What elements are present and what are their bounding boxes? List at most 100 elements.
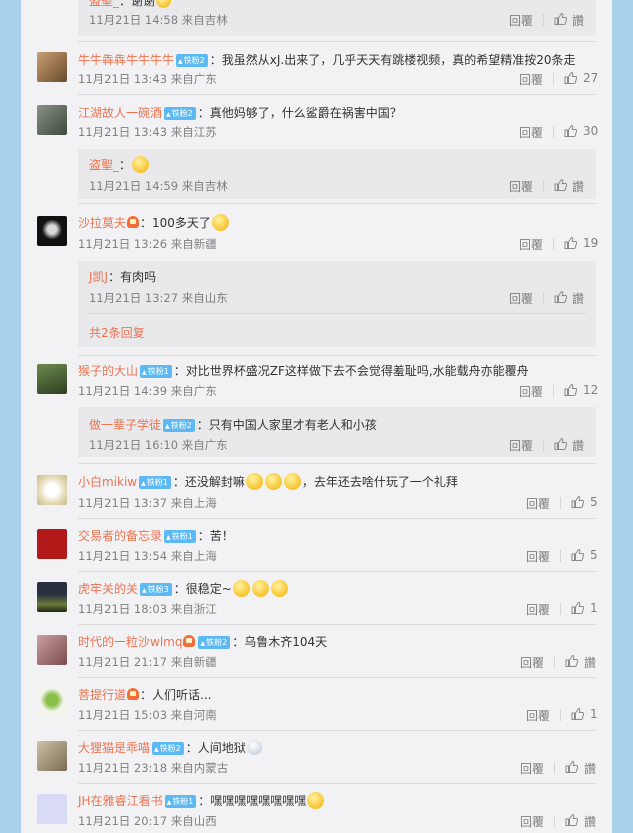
- comment-text: 菩提行道 ：人们听话...: [78, 686, 211, 703]
- vip-crown-icon: [127, 688, 140, 700]
- timestamp: 11月21日 13:43 来自江苏: [78, 125, 217, 139]
- reply-button[interactable]: 回覆: [526, 548, 550, 565]
- username-link[interactable]: 江湖故人一碗酒: [78, 106, 162, 120]
- comment-text: 江湖故人一碗酒铁粉2：真他妈够了，什么鲨爵在祸害中国？: [78, 104, 402, 121]
- like-count[interactable]: 1: [590, 707, 598, 721]
- like-count[interactable]: 讚: [584, 760, 596, 777]
- thumbs-up-icon[interactable]: [571, 708, 584, 720]
- avatar[interactable]: [37, 475, 67, 505]
- username-link[interactable]: 盗聖_: [89, 0, 119, 8]
- timestamp: 11月21日 13:26 来自新疆: [78, 237, 217, 251]
- comment-body: ：乌鲁木齐104天: [232, 635, 328, 649]
- like-count[interactable]: 讚: [584, 813, 596, 830]
- more-replies-link[interactable]: 共2条回复: [89, 324, 145, 341]
- reply-button[interactable]: 回覆: [509, 290, 533, 307]
- avatar[interactable]: [37, 52, 67, 82]
- like-count[interactable]: 讚: [572, 178, 584, 195]
- thumbs-up-icon[interactable]: [565, 761, 578, 773]
- reply-button[interactable]: 回覆: [519, 236, 543, 253]
- divider: [78, 624, 596, 625]
- like-count[interactable]: 5: [590, 548, 598, 562]
- username-link[interactable]: 沙拉莫夫: [78, 216, 126, 230]
- like-count[interactable]: 1: [590, 601, 598, 615]
- username-link[interactable]: 时代的一粒沙wlmq: [78, 635, 182, 649]
- username-link[interactable]: 盗聖_: [89, 158, 119, 172]
- avatar[interactable]: [37, 794, 67, 824]
- divider: [553, 385, 554, 397]
- thumbs-up-icon[interactable]: [554, 291, 567, 303]
- username-link[interactable]: 猴子的大山: [78, 364, 138, 378]
- reply-button[interactable]: 回覆: [526, 495, 550, 512]
- divider: [78, 355, 596, 356]
- username-link[interactable]: 牛牛犇犇牛牛牛牛: [78, 53, 174, 67]
- username-link[interactable]: 做一辈子学徒: [89, 418, 161, 432]
- emoji-icon: [246, 740, 262, 755]
- comment-text: 小白mikiw铁粉1：还没解封嘛 ，去年还去啥什玩了一个礼拜: [78, 473, 458, 490]
- like-count[interactable]: 讚: [572, 437, 584, 454]
- like-count[interactable]: 讚: [572, 290, 584, 307]
- avatar[interactable]: [37, 364, 67, 394]
- comment-panel: 盗聖_：谢谢 11月21日 14:58 来自吉林 回覆 讚 牛牛犇犇牛牛牛牛铁粉…: [21, 0, 612, 833]
- emoji-icon: [132, 156, 150, 173]
- thumbs-up-icon[interactable]: [554, 438, 567, 450]
- thumbs-up-icon[interactable]: [571, 496, 584, 508]
- reply-button[interactable]: 回覆: [520, 654, 544, 671]
- thumbs-up-icon[interactable]: [565, 655, 578, 667]
- reply-button[interactable]: 回覆: [519, 124, 543, 141]
- reply-button[interactable]: 回覆: [519, 71, 543, 88]
- reply-button[interactable]: 回覆: [520, 760, 544, 777]
- timestamp: 11月21日 13:43 来自广东: [78, 72, 217, 86]
- fan-badge: 铁粉2: [198, 636, 231, 649]
- comment-body: ：对比世界杯盛况ZF这样做下去不会觉得羞耻吗,水能载舟亦能覆舟: [173, 364, 529, 378]
- reply-button[interactable]: 回覆: [526, 601, 550, 618]
- thumbs-up-icon[interactable]: [564, 72, 577, 84]
- avatar[interactable]: [37, 688, 67, 718]
- like-count[interactable]: 19: [583, 236, 598, 250]
- comment-body: ：100多天了: [140, 216, 211, 230]
- timestamp: 11月21日 13:37 来自上海: [78, 496, 217, 510]
- thumbs-up-icon[interactable]: [564, 125, 577, 137]
- divider: [543, 439, 544, 451]
- reply-button[interactable]: 回覆: [520, 813, 544, 830]
- username-link[interactable]: 虎牢关的关: [78, 582, 138, 596]
- username-link[interactable]: J凯J: [89, 270, 108, 284]
- avatar[interactable]: [37, 741, 67, 771]
- thumbs-up-icon[interactable]: [564, 237, 577, 249]
- reply-text: ：: [119, 158, 132, 172]
- thumbs-up-icon[interactable]: [554, 179, 567, 191]
- thumbs-up-icon[interactable]: [554, 13, 567, 25]
- timestamp: 11月21日 15:03 来自河南: [78, 708, 217, 722]
- comment-body: ：还没解封嘛: [172, 475, 245, 489]
- avatar[interactable]: [37, 216, 67, 246]
- username-link[interactable]: 菩提行道: [78, 688, 126, 702]
- like-count[interactable]: 5: [590, 495, 598, 509]
- emoji-icon: [307, 792, 325, 809]
- reply-button[interactable]: 回覆: [509, 437, 533, 454]
- fan-badge: 铁粉2: [152, 742, 184, 755]
- like-count[interactable]: 讚: [584, 654, 596, 671]
- avatar[interactable]: [37, 105, 67, 135]
- like-count[interactable]: 30: [583, 124, 598, 138]
- reply-button[interactable]: 回覆: [526, 707, 550, 724]
- avatar[interactable]: [37, 529, 67, 559]
- thumbs-up-icon[interactable]: [564, 384, 577, 396]
- like-count[interactable]: 讚: [572, 12, 584, 29]
- sub-reply-text: 做一辈子学徒铁粉2：只有中国人家里才有老人和小孩: [89, 416, 377, 433]
- like-count[interactable]: 27: [583, 71, 598, 85]
- emoji-icon: [211, 214, 229, 231]
- reply-button[interactable]: 回覆: [509, 12, 533, 29]
- username-link[interactable]: 交易者的备忘录: [78, 529, 162, 543]
- avatar[interactable]: [37, 582, 67, 612]
- thumbs-up-icon[interactable]: [571, 602, 584, 614]
- username-link[interactable]: 小白mikiw: [78, 475, 137, 489]
- thumbs-up-icon[interactable]: [571, 549, 584, 561]
- like-count[interactable]: 12: [583, 383, 598, 397]
- avatar[interactable]: [37, 635, 67, 665]
- comment-body: ：嘿嘿嘿嘿嘿嘿嘿嘿: [198, 794, 307, 808]
- username-link[interactable]: 大狸猫是乖喵: [78, 741, 150, 755]
- reply-button[interactable]: 回覆: [509, 178, 533, 195]
- thumbs-up-icon[interactable]: [565, 814, 578, 826]
- reply-button[interactable]: 回覆: [519, 383, 543, 400]
- divider: [560, 497, 561, 509]
- username-link[interactable]: JH在雅睿江看书: [78, 794, 163, 808]
